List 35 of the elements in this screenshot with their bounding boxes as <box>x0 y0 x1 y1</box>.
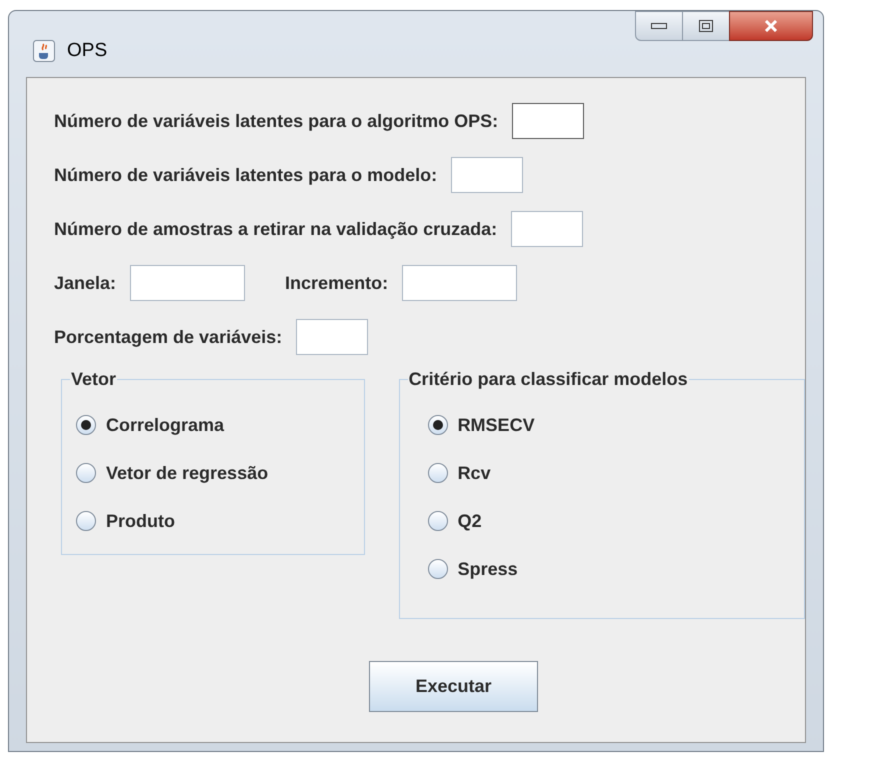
execute-button[interactable]: Executar <box>369 661 538 712</box>
field-label: Janela: <box>54 272 116 294</box>
java-cup-icon <box>33 40 55 62</box>
radio-button[interactable] <box>428 415 448 435</box>
input-field[interactable] <box>511 211 584 247</box>
radio-option[interactable]: Q2 <box>428 506 804 536</box>
radio-option[interactable]: Rcv <box>428 458 804 488</box>
field-label: Incremento: <box>285 272 388 294</box>
input-field[interactable] <box>402 265 518 301</box>
radio-option[interactable]: RMSECV <box>428 410 804 440</box>
radio-button[interactable] <box>428 511 448 531</box>
window-title: OPS <box>67 39 108 63</box>
radio-button[interactable] <box>428 559 448 579</box>
radio-button[interactable] <box>76 415 96 435</box>
maximize-icon <box>699 20 713 32</box>
radio-option[interactable]: Correlograma <box>76 410 364 440</box>
radio-option[interactable]: Produto <box>76 506 364 536</box>
field-label: Número de variáveis latentes para o modelo: <box>54 164 438 187</box>
close-button[interactable] <box>729 11 813 41</box>
radio-button[interactable] <box>428 463 448 483</box>
minimize-button[interactable] <box>635 11 683 41</box>
radio-button[interactable] <box>76 463 96 483</box>
minimize-icon <box>651 23 667 29</box>
input-field[interactable] <box>130 265 246 301</box>
close-icon <box>764 20 778 32</box>
field-label: Número de amostras a retirar na validação cruzada: <box>54 218 498 241</box>
field-label: Porcentagem de variáveis: <box>54 326 282 349</box>
maximize-button[interactable] <box>683 11 729 41</box>
radio-option[interactable]: Spress <box>428 554 804 584</box>
radio-option[interactable]: Vetor de regressão <box>76 458 364 488</box>
input-field[interactable] <box>296 319 368 355</box>
field-label: Número de variáveis latentes para o algoritmo OPS: <box>54 110 498 133</box>
input-field[interactable] <box>451 157 524 193</box>
radio-button[interactable] <box>76 511 96 531</box>
input-field[interactable] <box>512 103 584 139</box>
